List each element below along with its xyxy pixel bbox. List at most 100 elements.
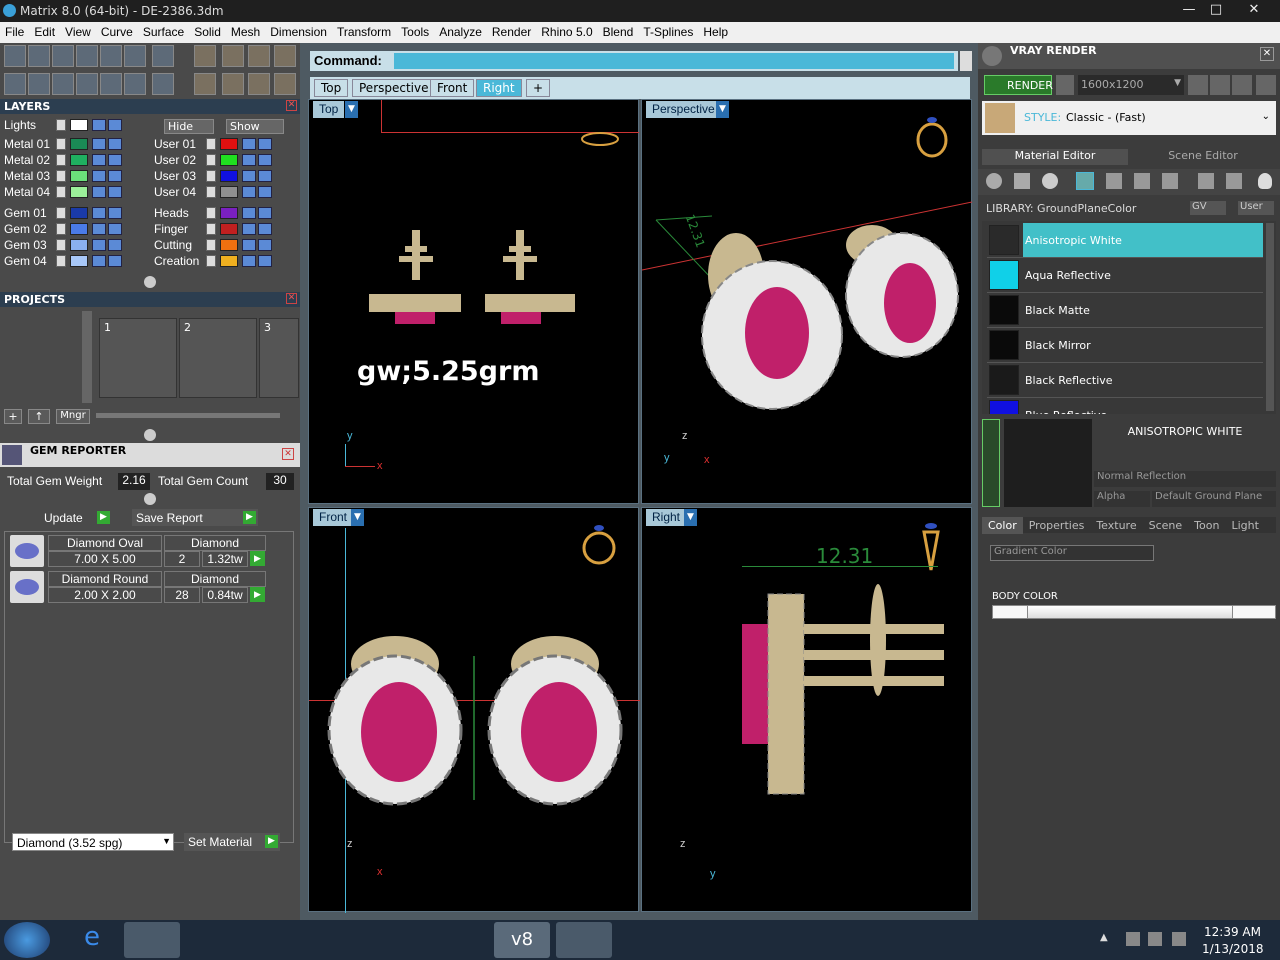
visibility-icon[interactable] (258, 154, 272, 166)
project-slot-1[interactable]: 1 (99, 318, 177, 398)
expand-icon[interactable] (206, 138, 216, 150)
style-select[interactable]: STYLE: Classic - (Fast) ⌄ (982, 101, 1276, 135)
collapse-icon[interactable] (144, 429, 156, 441)
visibility-icon[interactable] (108, 170, 122, 182)
color-swatch[interactable] (220, 239, 238, 251)
render-button[interactable]: RENDER (984, 75, 1053, 95)
viewport-perspective[interactable]: Perspective ▼ 12.31 z y x (641, 99, 972, 504)
lock-icon[interactable] (92, 186, 106, 198)
minimize-button[interactable]: — (1175, 2, 1203, 18)
grid-icon[interactable] (1256, 75, 1276, 95)
surface-icon[interactable] (124, 45, 146, 67)
volume-icon[interactable] (1172, 932, 1186, 946)
shape-icon[interactable] (152, 45, 174, 67)
viewport-dropdown[interactable]: ▼ (345, 101, 358, 118)
visibility-icon[interactable] (108, 255, 122, 267)
lock-icon[interactable] (92, 119, 106, 131)
layer-row[interactable]: User 02 (154, 153, 294, 168)
color-swatch[interactable] (70, 138, 88, 150)
viewport-right[interactable]: Right ▼ 12.31 z y (641, 507, 972, 912)
media-icon[interactable] (184, 922, 240, 958)
tab-top[interactable]: Top (314, 79, 349, 97)
color-swatch[interactable] (70, 119, 88, 131)
lock-icon[interactable] (242, 207, 256, 219)
gem-row[interactable]: Diamond Oval 7.00 X 5.00 Diamond 2 1.32tw ▶ (10, 535, 268, 567)
flag-icon[interactable] (1126, 932, 1140, 946)
layer-row[interactable]: Metal 04 (4, 185, 144, 200)
visibility-icon[interactable] (258, 223, 272, 235)
prong-icon[interactable] (248, 73, 270, 95)
menu-solid[interactable]: Solid (189, 22, 226, 39)
layer-row[interactable]: Gem 03 (4, 238, 144, 253)
pattern-icon[interactable] (1134, 173, 1150, 189)
edit-icon[interactable] (274, 45, 296, 67)
expand-icon[interactable] (206, 154, 216, 166)
frame-icon[interactable] (1210, 75, 1230, 95)
menu-transform[interactable]: Transform (332, 22, 396, 39)
color-swatch[interactable] (70, 223, 88, 235)
tab-texture[interactable]: Texture (1090, 517, 1142, 534)
viewport-dropdown[interactable]: ▼ (351, 509, 364, 526)
layer-row[interactable]: Creation (154, 254, 294, 269)
lock-icon[interactable] (242, 223, 256, 235)
checker-icon[interactable] (1162, 173, 1178, 189)
gv-button[interactable]: GV (1190, 201, 1226, 215)
sphere-icon[interactable] (1042, 173, 1058, 189)
color-swatch[interactable] (220, 255, 238, 267)
layer-row[interactable]: Metal 01 (4, 137, 144, 152)
close-icon[interactable]: ✕ (286, 100, 297, 111)
layer-row[interactable]: Gem 01 (4, 206, 144, 221)
viewport-icon[interactable] (28, 73, 50, 95)
maximize-button[interactable]: □ (1202, 2, 1230, 18)
menu-edit[interactable]: Edit (29, 22, 60, 39)
zoom-icon[interactable] (28, 45, 50, 67)
menu-mesh[interactable]: Mesh (226, 22, 265, 39)
layer-row[interactable]: User 03 (154, 169, 294, 184)
layer-row[interactable]: Gem 02 (4, 222, 144, 237)
tab-front[interactable]: Front (430, 79, 475, 97)
material-item[interactable]: Aqua Reflective (987, 258, 1263, 293)
clock-date[interactable]: 1/13/2018 (1202, 942, 1264, 956)
matrix8-icon[interactable]: v8 (494, 922, 550, 958)
close-icon[interactable]: ✕ (1260, 47, 1274, 61)
tab-light[interactable]: Light (1225, 517, 1264, 534)
visibility-icon[interactable] (258, 186, 272, 198)
ie-icon[interactable]: e (64, 922, 120, 958)
sphere-icon[interactable] (52, 73, 74, 95)
lock-icon[interactable] (242, 186, 256, 198)
tab-color[interactable]: Color (982, 517, 1023, 534)
layer-row[interactable]: User 04 (154, 185, 294, 200)
projects-slider[interactable] (96, 413, 280, 418)
visibility-icon[interactable] (108, 223, 122, 235)
manager-button[interactable]: Mngr (56, 409, 90, 424)
start-button[interactable] (4, 922, 50, 958)
lock-icon[interactable] (242, 255, 256, 267)
gem-go-button[interactable]: ▶ (250, 551, 265, 566)
tools-icon[interactable] (124, 73, 146, 95)
gem-icon[interactable] (1014, 173, 1030, 189)
material-item[interactable]: Black Mirror (987, 328, 1263, 363)
project-slot-2[interactable]: 2 (179, 318, 257, 398)
body-color-slider[interactable] (992, 605, 1276, 619)
visibility-icon[interactable] (258, 138, 272, 150)
network-icon[interactable] (1148, 932, 1162, 946)
color-swatch[interactable] (220, 154, 238, 166)
visibility-icon[interactable] (258, 170, 272, 182)
menu-help[interactable]: Help (698, 22, 733, 39)
viewport-dropdown[interactable]: ▼ (684, 509, 697, 526)
ring-icon[interactable] (194, 73, 216, 95)
expand-icon[interactable] (56, 239, 66, 251)
light-icon[interactable] (1258, 173, 1272, 189)
material-select[interactable]: Diamond (3.52 spg) ▼ (12, 833, 174, 851)
plane-icon[interactable] (1076, 172, 1094, 190)
box-icon[interactable] (52, 45, 74, 67)
layer-row[interactable]: Finger (154, 222, 294, 237)
visibility-icon[interactable] (258, 207, 272, 219)
layer-row[interactable]: Gem 04 (4, 254, 144, 269)
user-button[interactable]: User (1238, 201, 1274, 215)
lock-icon[interactable] (92, 207, 106, 219)
set-material-button[interactable]: Set Material ▶ (184, 833, 280, 851)
show-button[interactable]: Show (226, 119, 284, 134)
tab-scene-editor[interactable]: Scene Editor (1130, 149, 1276, 165)
color-swatch[interactable] (70, 186, 88, 198)
